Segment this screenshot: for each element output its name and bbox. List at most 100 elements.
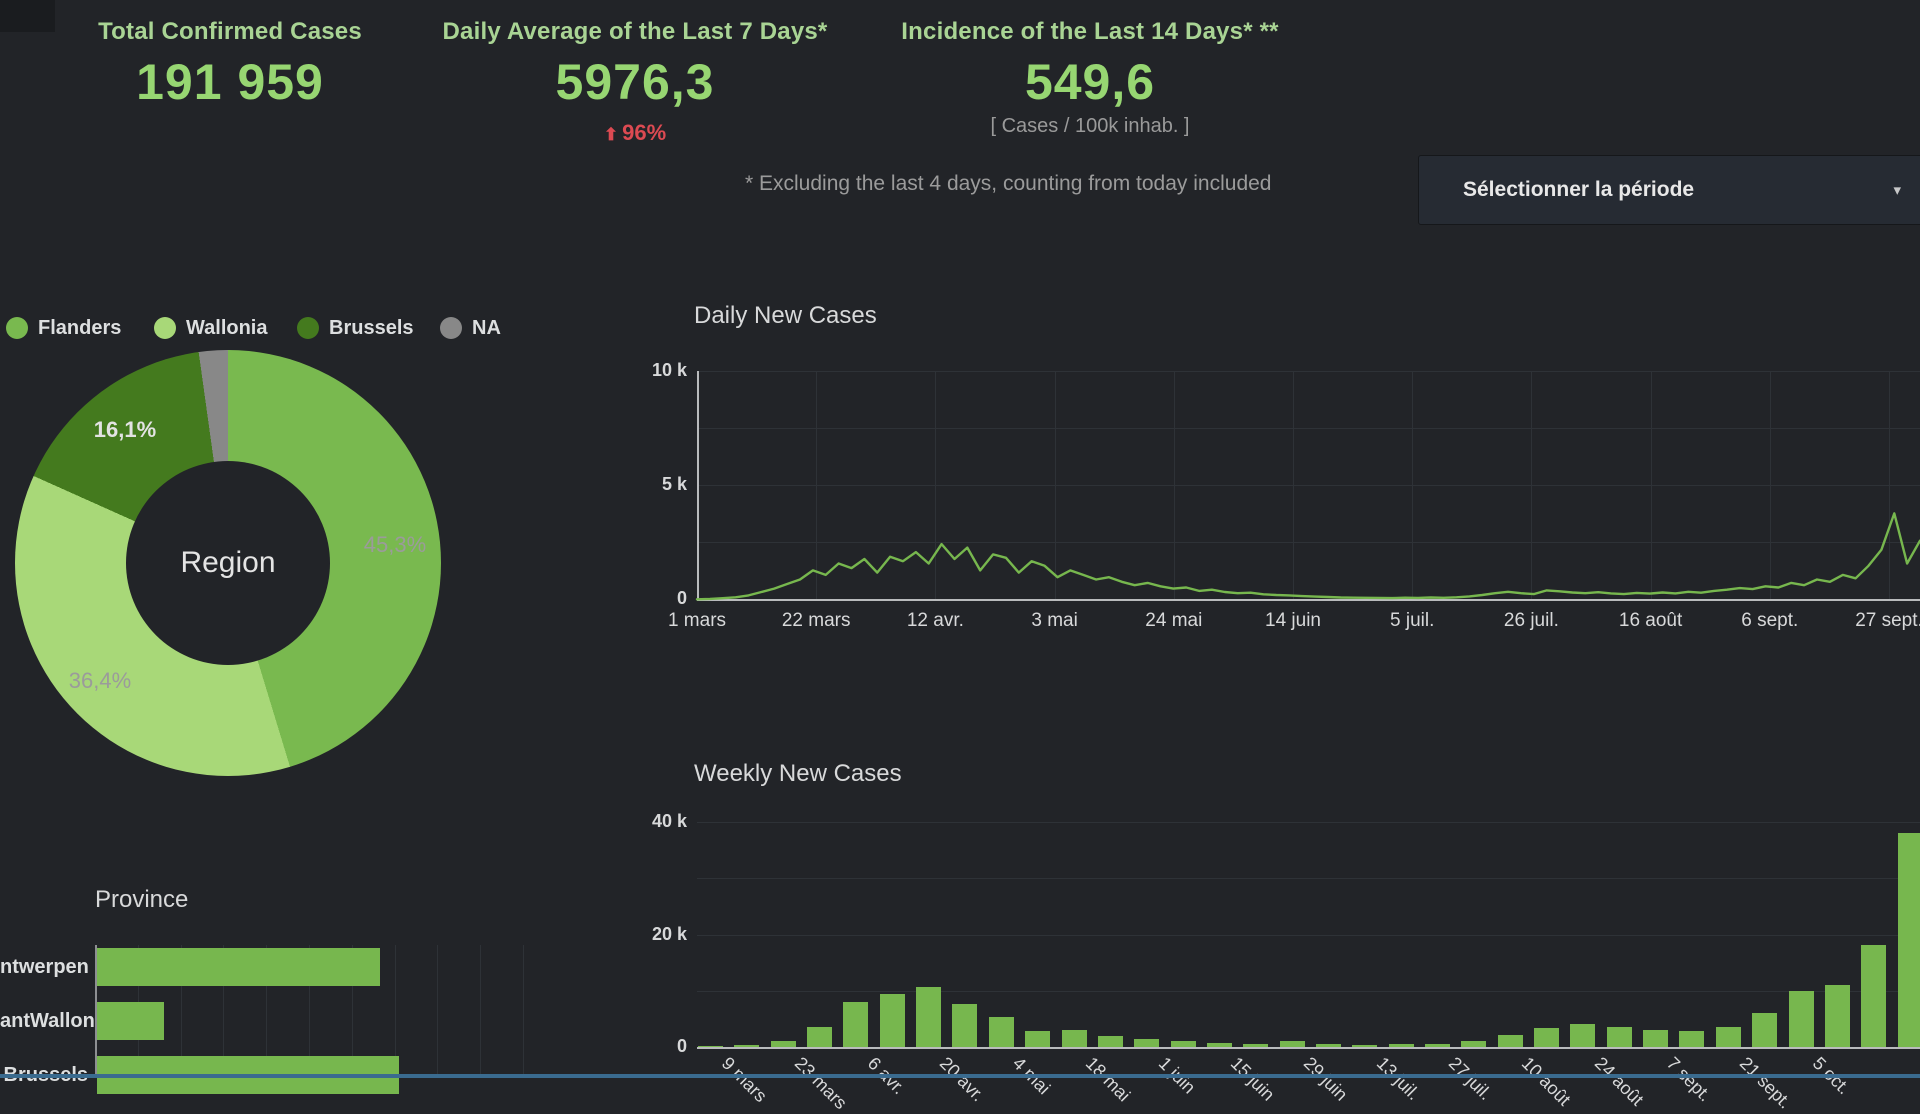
y-tick-label: 10 k [625, 360, 687, 381]
legend-item-flanders[interactable]: Flanders [6, 317, 121, 339]
cropped-bottom-panel-edge [0, 1074, 1920, 1078]
footnote-text: * Excluding the last 4 days, counting fr… [745, 172, 1271, 196]
legend-dot-icon [440, 317, 462, 339]
weekly-bar [1425, 1044, 1450, 1047]
x-tick-label: 26 juil. [1471, 610, 1591, 632]
weekly-bar [1716, 1027, 1741, 1047]
legend-dot-icon [297, 317, 319, 339]
weekly-bar [1898, 833, 1920, 1047]
province-bar [97, 1002, 164, 1040]
x-tick-label: 1 mars [637, 610, 757, 632]
weekly-bar [1461, 1041, 1486, 1047]
province-chart-title: Province [95, 886, 188, 914]
legend-item-label: Brussels [329, 317, 414, 340]
x-tick-label: 22 mars [756, 610, 876, 632]
stat-daily-average: Daily Average of the Last 7 Days* 5976,3… [430, 18, 840, 146]
x-tick-label-rotated: 21 sept. [1735, 1053, 1795, 1113]
region-donut-chart: Region 16,1% 45,3% 36,4% [15, 350, 441, 776]
weekly-bar [1134, 1039, 1159, 1047]
x-tick-label-rotated: 15 juin [1226, 1053, 1278, 1105]
gridline [697, 878, 1920, 879]
stat-daily-avg-delta: ⬆96% [430, 120, 840, 146]
weekly-bar [1789, 991, 1814, 1047]
x-tick-label-rotated: 20 avr. [936, 1053, 989, 1106]
gridline [697, 822, 1920, 823]
weekly-bar [698, 1046, 723, 1048]
x-tick-label: 24 mai [1114, 610, 1234, 632]
donut-pct-brussels: 16,1% [94, 417, 156, 443]
stat-daily-avg-value: 5976,3 [430, 53, 840, 111]
daily-chart-title: Daily New Cases [694, 302, 877, 330]
weekly-bar [807, 1027, 832, 1047]
weekly-bar [1679, 1031, 1704, 1047]
gridline [697, 935, 1920, 936]
y-tick-label: 5 k [625, 474, 687, 495]
legend-item-label: NA [472, 317, 501, 340]
x-tick-label-rotated: 7 sept. [1663, 1053, 1716, 1106]
daily-line-series [697, 371, 1920, 603]
legend-item-label: Wallonia [186, 317, 267, 340]
weekly-bar [952, 1004, 977, 1047]
weekly-bar [771, 1041, 796, 1047]
weekly-bar [1316, 1044, 1341, 1047]
legend-item-brussels[interactable]: Brussels [297, 317, 414, 339]
weekly-bar [734, 1045, 759, 1047]
weekly-bar [1570, 1024, 1595, 1047]
stat-total-value: 191 959 [40, 53, 420, 111]
x-tick-label: 16 août [1591, 610, 1711, 632]
period-selector-dropdown[interactable]: Sélectionner la période ▾ [1418, 155, 1920, 225]
weekly-bar [1861, 945, 1886, 1047]
x-tick-label-rotated: 23 mars [790, 1053, 851, 1114]
weekly-bar [1171, 1041, 1196, 1047]
weekly-bar [1825, 985, 1850, 1047]
up-arrow-icon: ⬆ [604, 125, 618, 144]
chevron-down-icon: ▾ [1893, 181, 1901, 199]
weekly-chart-title: Weekly New Cases [694, 760, 902, 788]
stat-total-title: Total Confirmed Cases [40, 18, 420, 46]
donut-hole: Region [126, 461, 330, 665]
y-tick-label: 40 k [625, 811, 687, 832]
x-tick-label-rotated: 24 août [1590, 1053, 1647, 1110]
y-tick-label: 0 [625, 1036, 687, 1057]
x-tick-label: 3 mai [995, 610, 1115, 632]
x-tick-label-rotated: 13 juil. [1372, 1053, 1424, 1105]
x-tick-label-rotated: 10 août [1517, 1053, 1574, 1110]
x-tick-label-rotated: 29 juin [1299, 1053, 1351, 1105]
x-axis-line [697, 1047, 1920, 1049]
stat-daily-avg-delta-value: 96% [622, 120, 666, 145]
weekly-bar [1534, 1028, 1559, 1047]
weekly-bar [1025, 1031, 1050, 1047]
stat-incidence-subtitle: [ Cases / 100k inhab. ] [880, 115, 1300, 138]
weekly-bar [1498, 1035, 1523, 1047]
gridline [480, 945, 481, 1078]
gridline [523, 945, 524, 1078]
gridline [437, 945, 438, 1078]
x-tick-label: 27 sept. [1829, 610, 1920, 632]
weekly-bar [1389, 1044, 1414, 1047]
legend-item-na[interactable]: NA [440, 317, 501, 339]
x-tick-label: 12 avr. [875, 610, 995, 632]
donut-center-label: Region [180, 546, 275, 580]
province-bar [97, 948, 381, 986]
legend-dot-icon [154, 317, 176, 339]
donut-pct-wallonia: 36,4% [69, 668, 131, 694]
weekly-bar [843, 1002, 868, 1047]
x-tick-label: 14 juin [1233, 610, 1353, 632]
period-selector-label: Sélectionner la période [1463, 178, 1694, 202]
stat-daily-avg-title: Daily Average of the Last 7 Days* [430, 18, 840, 46]
stat-total-confirmed: Total Confirmed Cases 191 959 [40, 18, 420, 111]
x-tick-label-rotated: 27 juil. [1444, 1053, 1496, 1105]
province-row-label: ntwerpen [0, 956, 88, 979]
weekly-bar [1280, 1041, 1305, 1047]
donut-pct-flanders: 45,3% [364, 532, 426, 558]
weekly-bar [1243, 1044, 1268, 1047]
province-row-label: antWallon [0, 1010, 88, 1033]
weekly-bar [1752, 1013, 1777, 1047]
weekly-bar [1352, 1045, 1377, 1047]
weekly-bar [1062, 1030, 1087, 1047]
stat-incidence: Incidence of the Last 14 Days* ** 549,6 … [880, 18, 1300, 138]
y-tick-label: 0 [625, 588, 687, 609]
x-tick-label: 5 juil. [1352, 610, 1472, 632]
legend-item-wallonia[interactable]: Wallonia [154, 317, 267, 339]
y-tick-label: 20 k [625, 924, 687, 945]
